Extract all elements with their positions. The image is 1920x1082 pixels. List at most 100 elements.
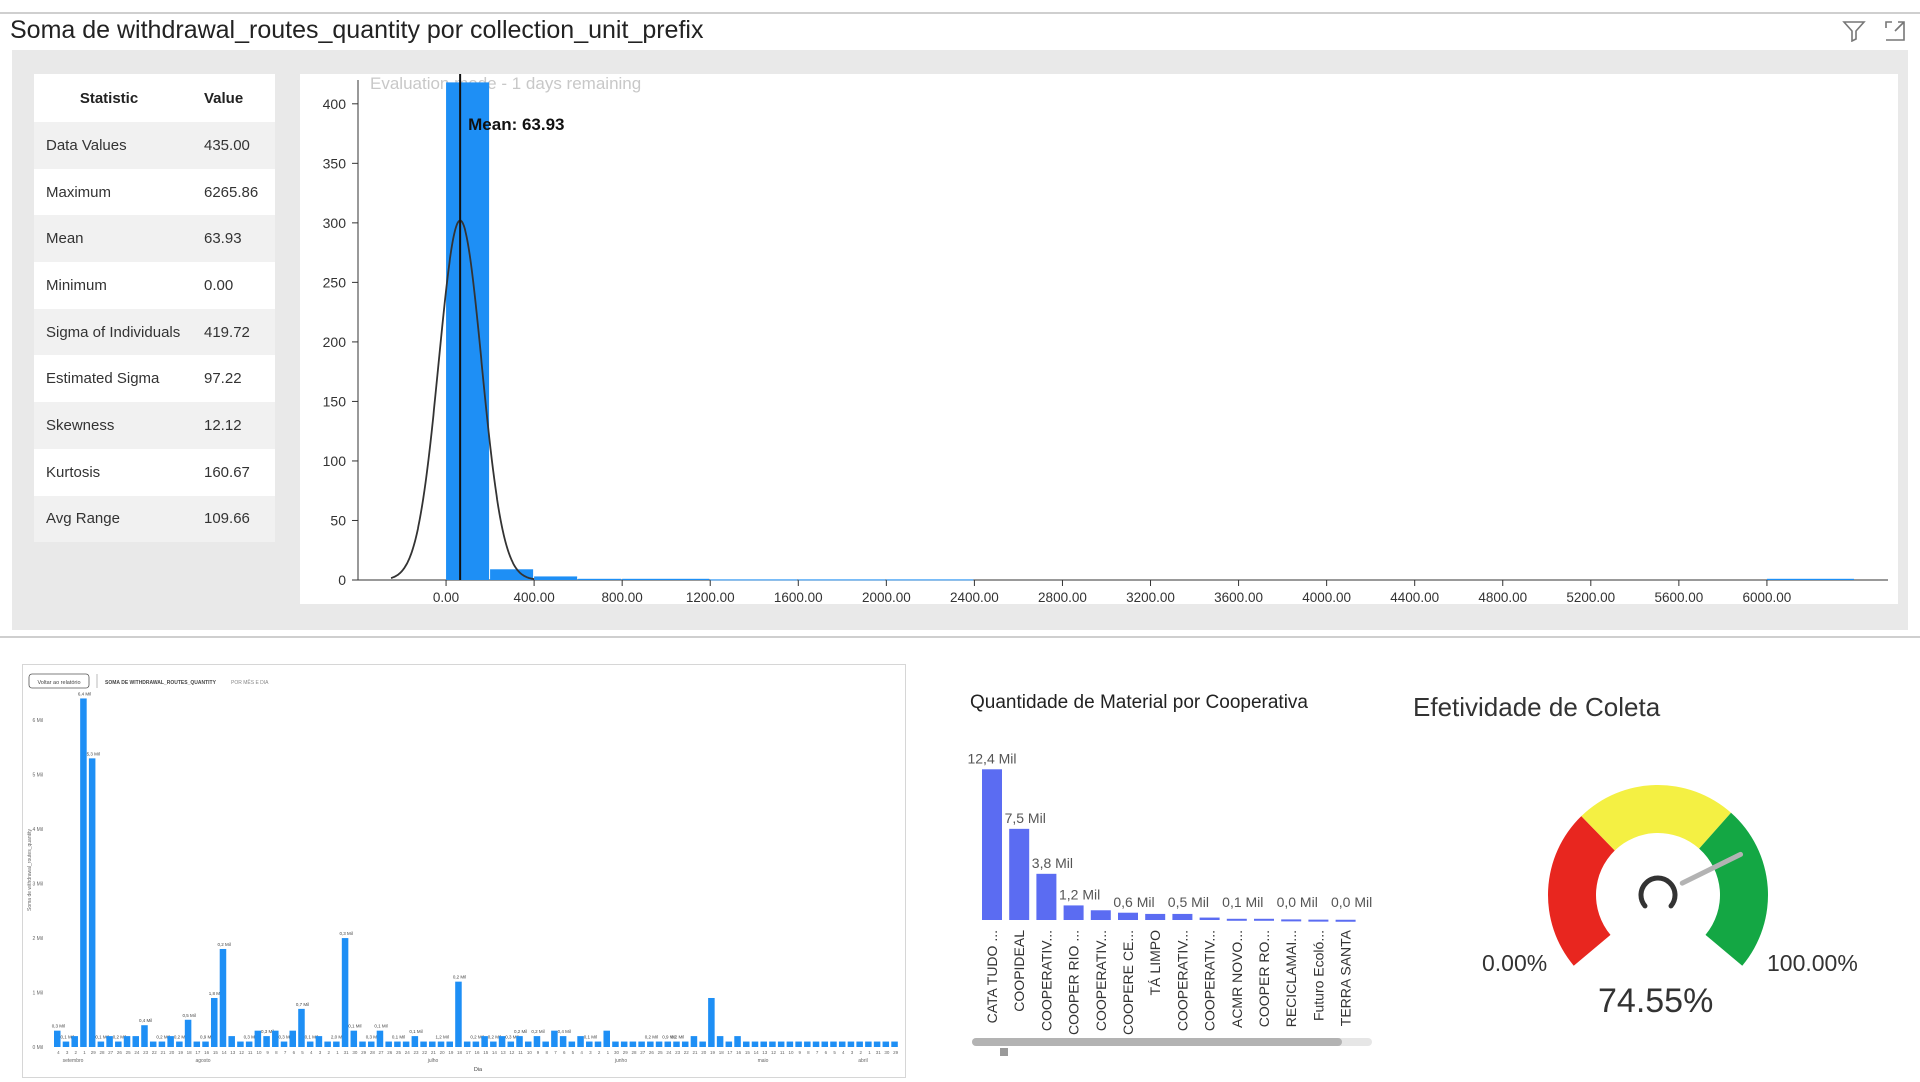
- coop-bar: [1199, 917, 1220, 920]
- mini-x-tick-label: 13: [230, 1050, 236, 1055]
- table-row: Estimated Sigma 97.22: [34, 355, 275, 403]
- mini-x-tick-label: 6: [825, 1050, 828, 1055]
- mini-bar: [516, 1036, 523, 1047]
- histogram-chart: Evaluation mode - 1 days remaining 0 50 100…: [300, 74, 1898, 605]
- mini-x-tick-label: 8: [546, 1050, 549, 1055]
- mini-bar: [725, 1041, 733, 1047]
- mini-x-tick-label: 15: [213, 1050, 219, 1055]
- mini-x-tick-label: 5: [572, 1050, 575, 1055]
- mini-x-tick-label: 3: [66, 1050, 69, 1055]
- mini-x-tick-label: 12: [771, 1050, 777, 1055]
- filter-icon[interactable]: [1842, 20, 1866, 42]
- mini-bar: [647, 1041, 654, 1047]
- coop-category-label: COOPER RO...: [1256, 930, 1272, 1027]
- coop-scroll-handle[interactable]: [1000, 1048, 1008, 1056]
- mini-x-tick-label: 26: [387, 1050, 393, 1055]
- mini-x-tick-label: 21: [431, 1050, 437, 1055]
- mini-bar: [158, 1041, 166, 1047]
- x-tick-label: 3200.00: [1126, 590, 1175, 604]
- coop-category-label: CATA TUDO ...: [984, 930, 1000, 1023]
- mini-bar: [193, 1041, 201, 1047]
- mini-x-tick-label: 8: [275, 1050, 278, 1055]
- coop-category-label: TERRA SANTA: [1338, 929, 1354, 1026]
- stat-value: 160.67: [204, 463, 250, 481]
- coop-data-label: 0,1 Mil: [1222, 894, 1263, 910]
- stat-label: Kurtosis: [46, 463, 101, 481]
- mini-x-tick-label: 24: [405, 1050, 411, 1055]
- mini-x-tick-label: 4: [310, 1050, 313, 1055]
- histogram-bar: [886, 579, 974, 581]
- mini-x-tick-label: 2: [859, 1050, 862, 1055]
- mini-bar: [115, 1041, 122, 1047]
- mini-x-tick-label: 17: [466, 1050, 472, 1055]
- focus-mode-icon[interactable]: [1884, 20, 1906, 42]
- statistics-table: Statistic Value Data Values 435.00 Maximum…: [34, 74, 275, 543]
- mini-x-tick-label: 12: [239, 1050, 245, 1055]
- mini-bar: [184, 1019, 192, 1047]
- stat-label: Estimated Sigma: [46, 370, 160, 388]
- coop-data-label: 1,2 Mil: [1059, 886, 1100, 902]
- header-value: Value: [204, 89, 244, 107]
- mini-bar: [777, 1041, 785, 1047]
- mini-data-label: 0,4 Mil: [558, 1029, 571, 1034]
- mini-bar: [463, 1041, 471, 1047]
- mini-x-tick-label: 14: [222, 1050, 228, 1055]
- mini-bar: [830, 1041, 837, 1047]
- gauge-max-label: 100.00%: [1767, 950, 1858, 976]
- coop-scroll-thumb[interactable]: [972, 1038, 1342, 1046]
- x-tick-label: 3600.00: [1214, 590, 1263, 604]
- histogram-bar: [446, 82, 490, 580]
- y-tick-label: 100: [323, 453, 347, 469]
- stat-label: Maximum: [46, 183, 112, 201]
- mini-x-tick-label: 29: [893, 1050, 899, 1055]
- mini-x-tick-label: 19: [710, 1050, 716, 1055]
- mini-data-label: 0,2 Mil: [217, 942, 230, 947]
- coop-bar: [1281, 919, 1302, 922]
- mini-bar: [97, 1041, 105, 1047]
- mini-x-tick-label: 14: [754, 1050, 760, 1055]
- histogram-bar: [710, 579, 798, 581]
- mini-x-tick-label: 17: [727, 1050, 733, 1055]
- mini-data-label: 0,1 Mil: [409, 1029, 422, 1034]
- mini-bar: [507, 1041, 515, 1047]
- mini-bar: [673, 1041, 680, 1047]
- mini-x-tick-label: 28: [631, 1050, 637, 1055]
- mini-x-tick-label: 29: [91, 1050, 97, 1055]
- coop-category-label: ACMR NOVO...: [1229, 930, 1245, 1028]
- mini-x-tick-label: 11: [780, 1050, 785, 1055]
- mini-bar: [219, 948, 227, 1047]
- mini-bar: [524, 1041, 532, 1047]
- mini-bar: [149, 1041, 157, 1047]
- mini-x-tick-label: 23: [413, 1050, 419, 1055]
- mini-x-tick-label: 21: [161, 1050, 167, 1055]
- stat-value: 97.22: [204, 370, 242, 388]
- mini-bar: [324, 1041, 331, 1047]
- mini-bar: [882, 1041, 890, 1047]
- mini-x-tick-label: 7: [284, 1050, 287, 1055]
- mini-bar: [280, 1041, 288, 1047]
- mini-bar: [891, 1041, 898, 1047]
- mini-bar: [376, 1030, 384, 1047]
- mini-bar: [760, 1041, 767, 1047]
- header-statistic: Statistic: [79, 89, 139, 107]
- visual-title: Soma de withdrawal_routes_quantity por c…: [10, 16, 704, 44]
- mini-data-label: 0,5 Mil: [183, 1013, 196, 1018]
- mini-bar: [141, 1025, 148, 1047]
- coop-bar: [982, 769, 1002, 920]
- mini-bar: [664, 1041, 672, 1047]
- y-tick-label: 350: [323, 155, 347, 171]
- stat-label: Data Values: [46, 136, 127, 154]
- table-row: Mean 63.93: [34, 215, 275, 263]
- x-tick-label: 5600.00: [1654, 590, 1703, 604]
- gauge-title: Efetividade de Coleta: [1413, 692, 1661, 722]
- mini-x-tick-label: 6: [293, 1050, 296, 1055]
- mini-data-label: 1,2 Mil: [435, 1035, 448, 1040]
- mini-x-tick-label: 28: [99, 1050, 105, 1055]
- visual-toolbar: [1842, 20, 1906, 42]
- gauge-min-label: 0.00%: [1482, 950, 1548, 976]
- coop-category-label: TÁ LIMPO: [1147, 930, 1163, 995]
- mini-x-tick-label: 1: [83, 1050, 86, 1055]
- mini-bar: [202, 1041, 209, 1047]
- mini-x-tick-label: 1: [336, 1050, 339, 1055]
- coop-data-label: 12,4 Mil: [967, 750, 1016, 766]
